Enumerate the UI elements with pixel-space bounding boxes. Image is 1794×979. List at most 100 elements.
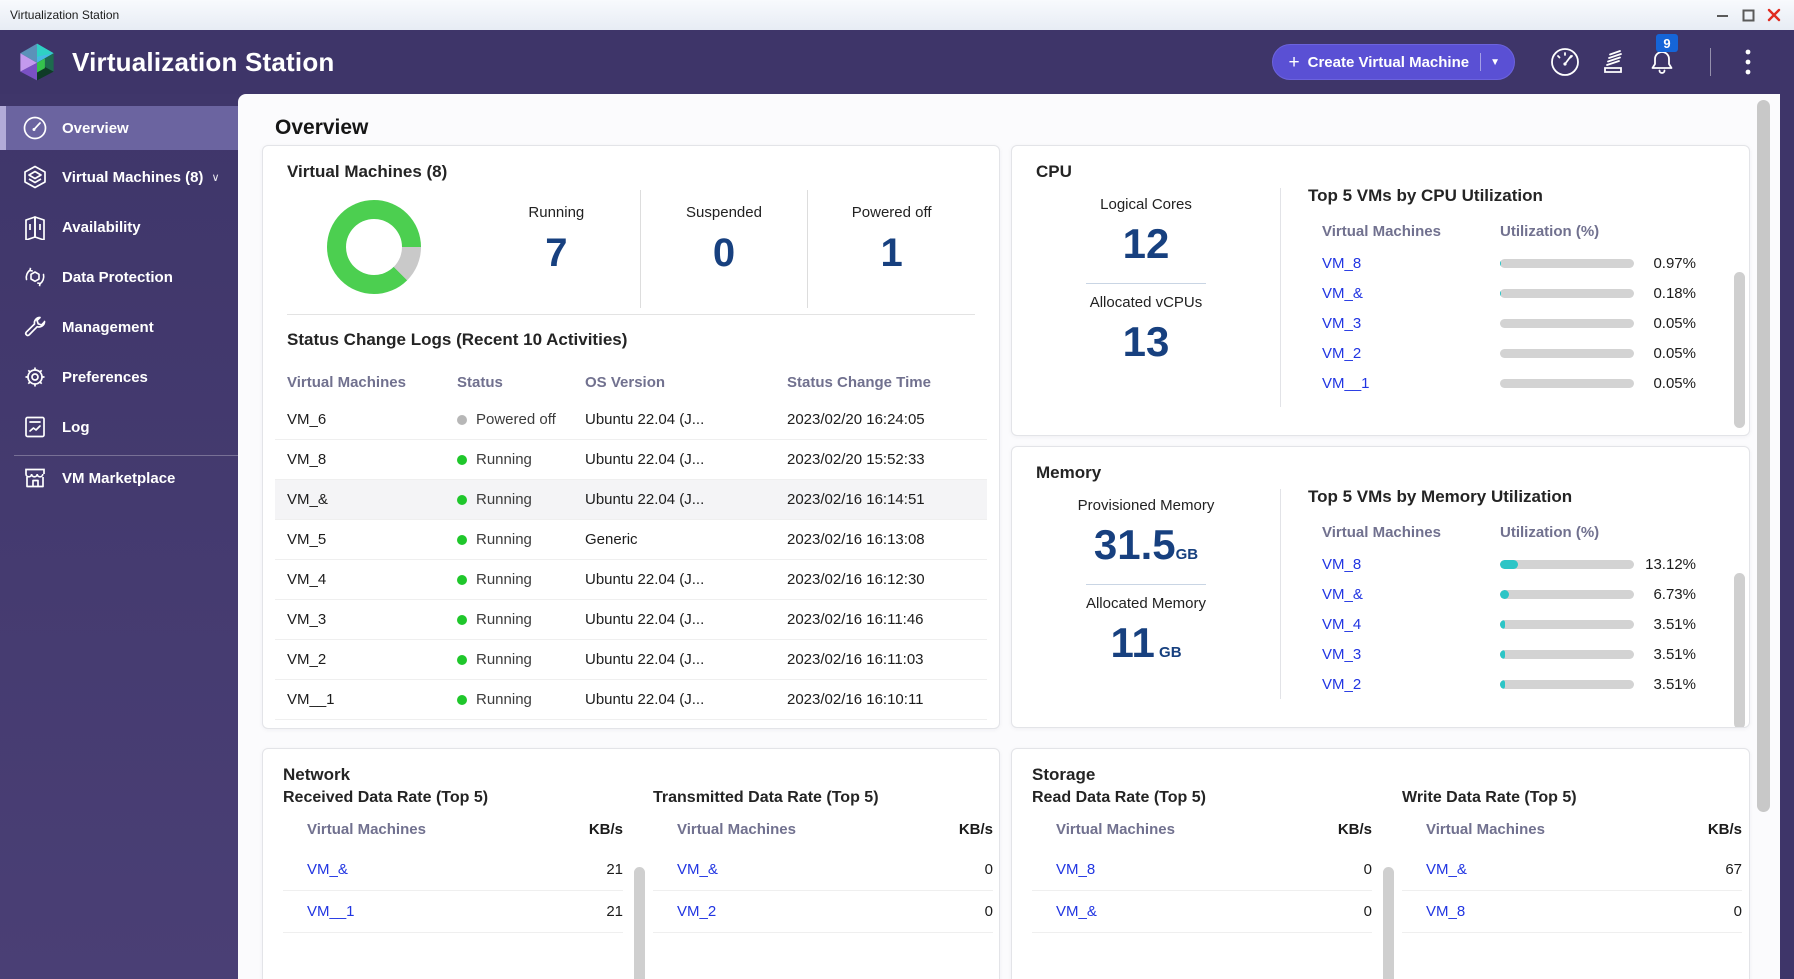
network-card: Network Received Data Rate (Top 5) Virtu… xyxy=(262,748,1000,979)
chevron-down-icon[interactable]: ▼ xyxy=(1490,57,1500,68)
window-controls xyxy=(1714,0,1782,30)
powered-off-counter: Powered off 1 xyxy=(807,190,975,308)
store-icon xyxy=(25,468,45,488)
maximize-button[interactable] xyxy=(1740,7,1756,23)
read-data-rate-table: Read Data Rate (Top 5) Virtual Machines … xyxy=(1032,789,1394,979)
table-row[interactable]: VM_3 Running Ubuntu 22.04 (J... 2023/02/… xyxy=(275,600,987,640)
vm-link[interactable]: VM_& xyxy=(1322,586,1363,603)
vm-icon xyxy=(24,165,46,189)
sidebar-item-preferences[interactable]: Preferences xyxy=(0,355,238,399)
rate-row: VM_8 0 xyxy=(1402,891,1742,933)
stat-divider xyxy=(1086,283,1206,285)
vm-link[interactable]: VM_3 xyxy=(1322,646,1361,663)
cpu-card-title: CPU xyxy=(1036,162,1072,181)
status-change-logs-title: Status Change Logs (Recent 10 Activities… xyxy=(287,330,628,349)
background-tasks-icon[interactable] xyxy=(1597,46,1629,78)
more-options-kebab-icon[interactable] xyxy=(1744,47,1752,77)
plus-icon: + xyxy=(1288,51,1300,73)
sidebar-item-management[interactable]: Management xyxy=(0,305,238,349)
status-dot-running xyxy=(457,614,467,625)
memory-card-title: Memory xyxy=(1036,463,1102,482)
sidebar-item-vm-marketplace[interactable]: VM Marketplace xyxy=(0,456,238,500)
list-scrollbar[interactable] xyxy=(1383,867,1394,979)
vm-link[interactable]: VM_8 xyxy=(1056,861,1095,878)
sidebar-item-log[interactable]: Log xyxy=(0,405,238,449)
utilization-bar xyxy=(1500,288,1634,298)
utilization-row: VM_8 13.12% xyxy=(1322,555,1696,573)
header-divider xyxy=(1710,48,1711,76)
vm-link[interactable]: VM_8 xyxy=(1426,903,1465,920)
app-header: Virtualization Station + Create Virtual … xyxy=(0,30,1794,94)
cpu-card: CPU Logical Cores 12 Allocated vCPUs 13 … xyxy=(1011,145,1750,436)
sidebar-item-availability[interactable]: Availability xyxy=(0,205,238,249)
vm-link[interactable]: VM_2 xyxy=(1322,676,1361,693)
vm-link[interactable]: VM_3 xyxy=(1322,315,1361,332)
list-scrollbar[interactable] xyxy=(634,867,645,979)
sidebar-item-data-protection[interactable]: Data Protection xyxy=(0,255,238,299)
chevron-down-icon[interactable]: ∨ xyxy=(211,171,219,184)
status-dot-running xyxy=(457,654,467,665)
vm-link[interactable]: VM_4 xyxy=(1322,616,1361,633)
utilization-bar xyxy=(1500,258,1634,268)
button-divider xyxy=(1480,53,1482,71)
virtual-machines-card: Virtual Machines (8) Running 7 Suspended… xyxy=(262,145,1000,729)
suspended-counter: Suspended 0 xyxy=(639,190,808,308)
vm-link[interactable]: VM_& xyxy=(677,861,718,878)
window-title: Virtualization Station xyxy=(10,8,120,22)
gear-icon xyxy=(25,367,45,387)
close-button[interactable] xyxy=(1766,7,1782,23)
utilization-bar xyxy=(1500,559,1634,569)
utilization-row: VM_& 6.73% xyxy=(1322,585,1696,603)
list-scrollbar[interactable] xyxy=(1734,272,1745,428)
vm-link[interactable]: VM_& xyxy=(1322,285,1363,302)
table-row[interactable]: VM__1 Running Ubuntu 22.04 (J... 2023/02… xyxy=(275,680,987,720)
vm-link[interactable]: VM_8 xyxy=(1322,255,1361,272)
vm-link[interactable]: VM_2 xyxy=(1322,345,1361,362)
sidebar-item-virtual-machines[interactable]: Virtual Machines (8) ∨ xyxy=(0,155,238,199)
utilization-row: VM__1 0.05% xyxy=(1322,374,1696,392)
vm-link[interactable]: VM_8 xyxy=(1322,556,1361,573)
table-row-highlighted[interactable]: VM_& Running Ubuntu 22.04 (J... 2023/02/… xyxy=(275,480,987,520)
vm-status-donut-chart xyxy=(327,200,421,294)
app-logo-icon xyxy=(20,43,54,81)
vm-link[interactable]: VM__1 xyxy=(1322,375,1370,392)
vm-link[interactable]: VM__1 xyxy=(307,903,355,920)
vertical-divider xyxy=(1280,188,1281,407)
vm-card-title: Virtual Machines (8) xyxy=(287,162,448,181)
vm-link[interactable]: VM_2 xyxy=(677,903,716,920)
utilization-row: VM_8 0.97% xyxy=(1322,254,1696,272)
storage-card: Storage Read Data Rate (Top 5) Virtual M… xyxy=(1011,748,1750,979)
gauge-icon xyxy=(23,116,47,140)
vm-link[interactable]: VM_& xyxy=(307,861,348,878)
utilization-bar xyxy=(1500,679,1634,689)
table-row[interactable]: VM_5 Running Generic 2023/02/16 16:13:08 xyxy=(275,520,987,560)
main-scrollbar[interactable] xyxy=(1757,100,1770,812)
page-title: Overview xyxy=(275,116,369,139)
list-scrollbar[interactable] xyxy=(1734,573,1745,727)
utilization-row: VM_2 0.05% xyxy=(1322,344,1696,362)
sidebar-item-overview[interactable]: Overview xyxy=(0,106,238,150)
utilization-row: VM_4 3.51% xyxy=(1322,615,1696,633)
create-virtual-machine-button[interactable]: + Create Virtual Machine ▼ xyxy=(1271,44,1515,80)
top5-memory-utilization: Top 5 VMs by Memory Utilization Virtual … xyxy=(1308,487,1745,727)
status-dot-running xyxy=(457,494,467,505)
stat-divider xyxy=(1086,584,1206,586)
minimize-button[interactable] xyxy=(1714,7,1730,23)
top5-cpu-utilization: Top 5 VMs by CPU Utilization Virtual Mac… xyxy=(1308,186,1745,428)
utilization-row: VM_3 3.51% xyxy=(1322,645,1696,663)
status-dot-running xyxy=(457,454,467,465)
table-row[interactable]: VM_6 Powered off Ubuntu 22.04 (J... 2023… xyxy=(275,400,987,440)
table-row[interactable]: VM_2 Running Ubuntu 22.04 (J... 2023/02/… xyxy=(275,640,987,680)
logs-table-header: Virtual Machines Status OS Version Statu… xyxy=(287,373,931,391)
table-row[interactable]: VM_8 Running Ubuntu 22.04 (J... 2023/02/… xyxy=(275,440,987,480)
vm-link[interactable]: VM_& xyxy=(1426,861,1467,878)
vm-link[interactable]: VM_& xyxy=(1056,903,1097,920)
notifications-bell-icon[interactable]: 9 xyxy=(1646,34,1678,78)
utilization-bar xyxy=(1500,589,1634,599)
utilization-bar xyxy=(1500,378,1634,388)
performance-gauge-icon[interactable] xyxy=(1549,46,1581,78)
notification-badge: 9 xyxy=(1656,34,1678,52)
utilization-row: VM_& 0.18% xyxy=(1322,284,1696,302)
table-row[interactable]: VM_4 Running Ubuntu 22.04 (J... 2023/02/… xyxy=(275,560,987,600)
cpu-stats: Logical Cores 12 Allocated vCPUs 13 xyxy=(1012,186,1280,365)
